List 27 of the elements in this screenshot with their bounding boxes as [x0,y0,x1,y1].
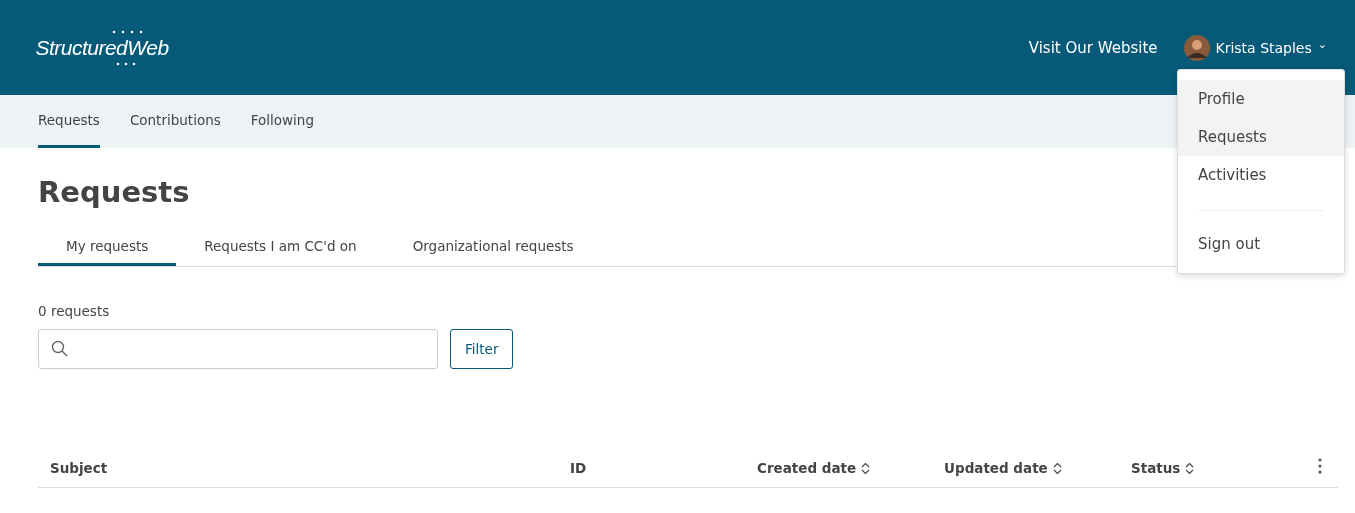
sort-icon [1052,461,1062,475]
menu-item[interactable]: Profile [1178,80,1344,118]
column-header[interactable]: Created date [757,460,944,476]
nav-link[interactable]: Following [250,95,314,148]
tab[interactable]: Organizational requests [384,238,602,266]
request-count: 0 requests [38,303,111,319]
website-link[interactable]: Visit Our Website [1028,38,1158,57]
avatar-icon [1183,34,1210,61]
search-icon [51,340,69,358]
column-header[interactable]: Status [1131,460,1195,476]
tab[interactable]: My requests [38,238,177,266]
sort-icon [861,461,871,475]
tab[interactable]: Requests I am CC'd on [176,238,385,266]
filter-button[interactable]: Filter [450,329,514,369]
column-header[interactable]: Updated date [944,460,1131,476]
page-title: Requests [38,174,190,211]
user-menu-button[interactable]: Krista Staples ⌄ [1183,34,1327,61]
column-header: ID [570,460,588,476]
menu-item[interactable]: Sign out [1178,225,1344,263]
more-options-icon[interactable] [1318,458,1322,474]
menu-item[interactable]: Activities [1178,156,1344,194]
search-field[interactable] [38,329,438,369]
nav-link[interactable]: Requests [38,95,100,148]
column-header: Subject [50,460,109,476]
sort-icon [1185,461,1195,475]
nav-link[interactable]: Contributions [129,95,221,148]
menu-item[interactable]: Requests [1178,118,1344,156]
